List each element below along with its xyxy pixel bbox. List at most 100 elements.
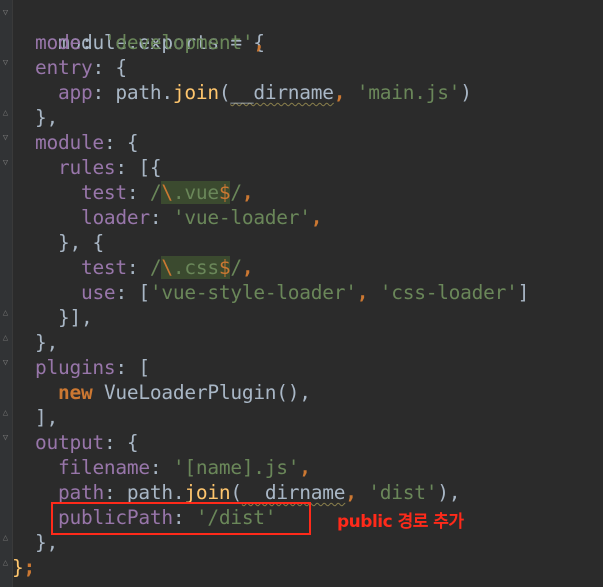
code-token: : xyxy=(149,456,173,479)
code-regex: $ xyxy=(218,256,231,279)
code-brace: } xyxy=(12,556,24,579)
fold-close-icon[interactable]: △ xyxy=(1,559,10,568)
highlight-box xyxy=(51,502,311,535)
fold-open-icon[interactable]: ▽ xyxy=(1,134,10,143)
code-token: : xyxy=(80,31,104,54)
code-token: : xyxy=(126,256,150,279)
code-regex: .vue xyxy=(172,181,219,204)
code-property: entry xyxy=(34,56,93,79)
code-editor[interactable]: ▽ ▽ △ ▽ ▽ △ △ ▽ △ ▽ △ △ module.exports =… xyxy=(0,0,603,587)
fold-close-icon[interactable]: △ xyxy=(1,109,10,118)
code-regex: $ xyxy=(218,181,231,204)
code-line: entry: { xyxy=(12,55,127,80)
code-line: }; xyxy=(12,555,35,580)
code-token: ], xyxy=(34,406,58,429)
code-string: 'dist' xyxy=(368,481,438,504)
fold-open-icon[interactable]: ▽ xyxy=(1,9,10,18)
code-property: test xyxy=(80,181,127,204)
code-token: }, { xyxy=(57,231,104,254)
code-line: loader: 'vue-loader', xyxy=(12,205,323,230)
code-property: module xyxy=(34,131,104,154)
code-regex: / xyxy=(149,181,162,204)
code-token: ( xyxy=(230,481,242,504)
code-property: use xyxy=(80,281,116,304)
code-punct: , xyxy=(253,31,265,54)
fold-close-icon[interactable]: △ xyxy=(1,309,10,318)
code-string: 'vue-loader' xyxy=(172,206,311,229)
code-punct: , xyxy=(345,481,369,504)
fold-open-icon[interactable]: ▽ xyxy=(1,359,10,368)
code-property: app xyxy=(57,81,93,104)
code-identifier: __dirname xyxy=(241,481,346,504)
code-token: ] xyxy=(517,281,530,304)
code-punct: , xyxy=(356,281,380,304)
code-string: 'main.js' xyxy=(356,81,461,104)
code-line: new VueLoaderPlugin(), xyxy=(12,380,311,405)
code-token: : { xyxy=(103,431,139,454)
code-property: path xyxy=(57,481,104,504)
code-punct: , xyxy=(241,256,254,279)
code-token: ( xyxy=(218,81,231,104)
code-token: }, xyxy=(34,331,58,354)
code-token: : { xyxy=(103,131,139,154)
code-regex: / xyxy=(230,256,242,279)
fold-open-icon[interactable]: ▽ xyxy=(1,434,10,443)
code-token: (), xyxy=(276,381,311,404)
fold-close-icon[interactable]: △ xyxy=(1,534,10,543)
code-line: test: /\.vue$/, xyxy=(12,180,254,205)
code-token: VueLoaderPlugin xyxy=(92,381,277,404)
code-regex: / xyxy=(149,256,162,279)
code-line: }, xyxy=(12,105,58,130)
code-line: }], xyxy=(12,305,93,330)
code-string: '[name].js' xyxy=(172,456,300,479)
code-regex: .css xyxy=(172,256,219,279)
code-token: : xyxy=(126,181,150,204)
code-line: output: { xyxy=(12,430,139,455)
code-property: filename xyxy=(57,456,150,479)
code-keyword: new xyxy=(57,381,93,404)
code-token: }, xyxy=(34,106,58,129)
code-token: : path. xyxy=(103,481,185,504)
fold-close-icon[interactable]: △ xyxy=(1,334,10,343)
code-line: module: { xyxy=(12,130,139,155)
code-string: 'css-loader' xyxy=(379,281,518,304)
code-punct: ; xyxy=(23,556,36,579)
code-line: test: /\.css$/, xyxy=(12,255,254,280)
code-regex: / xyxy=(230,181,242,204)
code-line: filename: '[name].js', xyxy=(12,455,311,480)
code-line: use: ['vue-style-loader', 'css-loader'] xyxy=(12,280,529,305)
code-line: app: path.join(__dirname, 'main.js') xyxy=(12,80,472,105)
code-line: plugins: [ xyxy=(12,355,150,380)
code-token: : { xyxy=(92,56,127,79)
code-string: 'development' xyxy=(103,31,254,54)
fold-open-icon[interactable]: ▽ xyxy=(1,59,10,68)
code-token: : xyxy=(149,206,173,229)
fold-open-icon[interactable]: ▽ xyxy=(1,159,10,168)
code-token: }], xyxy=(57,306,93,329)
code-property: output xyxy=(34,431,104,454)
code-property: rules xyxy=(57,156,116,179)
code-punct: , xyxy=(299,456,311,479)
code-punct: , xyxy=(310,206,323,229)
code-punct: , xyxy=(333,81,357,104)
code-token: ), xyxy=(437,481,461,504)
code-token: : [{ xyxy=(115,156,162,179)
code-property: mode xyxy=(34,31,81,54)
code-identifier: __dirname xyxy=(230,81,334,104)
code-regex: \ xyxy=(161,181,173,204)
fold-close-icon[interactable]: △ xyxy=(1,409,10,418)
code-token: ) xyxy=(460,81,472,104)
code-line: rules: [{ xyxy=(12,155,162,180)
code-property: plugins xyxy=(34,356,116,379)
code-line: ], xyxy=(12,405,58,430)
code-token: : [ xyxy=(115,356,150,379)
code-token: : path. xyxy=(92,81,173,104)
code-line: }, { xyxy=(12,230,104,255)
code-punct: , xyxy=(241,181,254,204)
code-line: module.exports = { xyxy=(12,5,265,54)
code-property: loader xyxy=(80,206,150,229)
code-property: test xyxy=(80,256,127,279)
code-function: join xyxy=(172,81,219,104)
code-line: mode: 'development', xyxy=(12,30,265,55)
code-token: : [ xyxy=(115,281,150,304)
